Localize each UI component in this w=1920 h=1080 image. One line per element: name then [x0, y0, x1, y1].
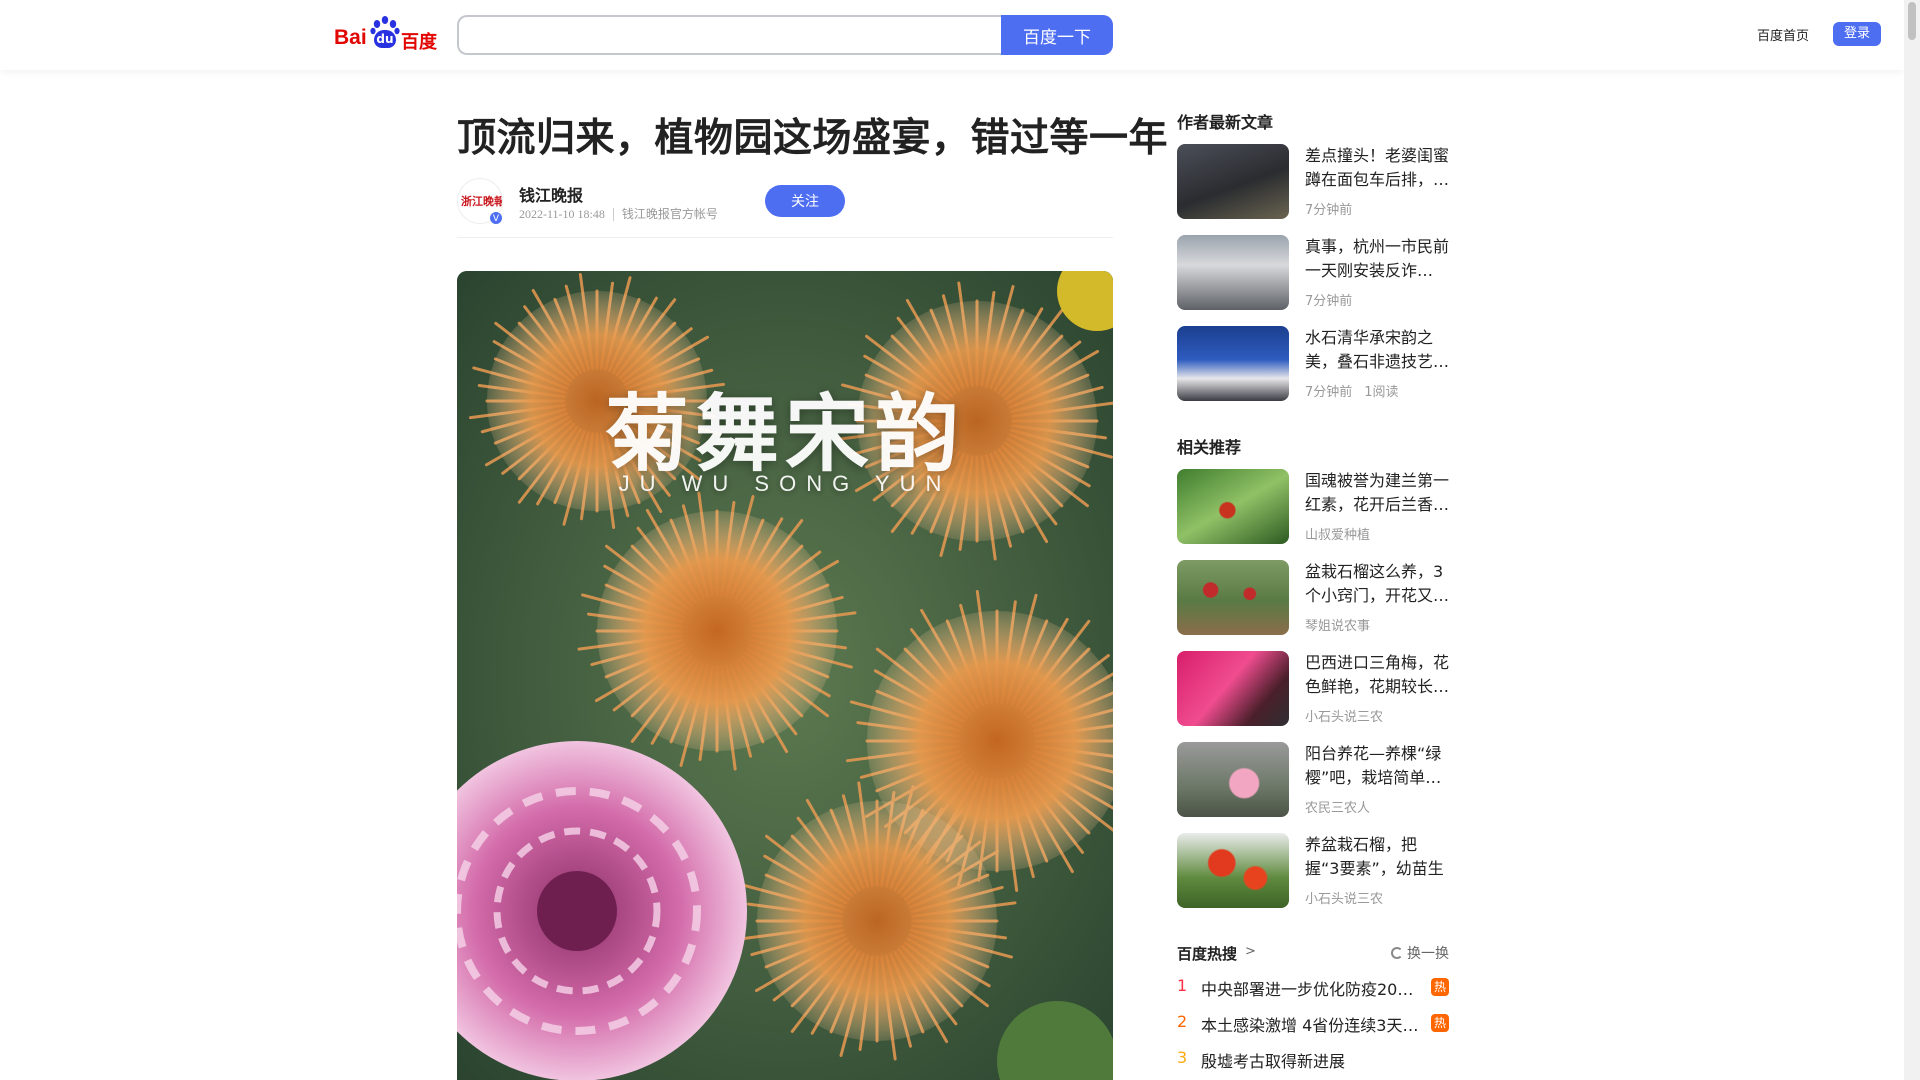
- page-scrollbar[interactable]: [1904, 0, 1920, 1080]
- card-meta: 7分钟前 1阅读: [1305, 381, 1399, 400]
- article-thumbnail: [1177, 235, 1289, 310]
- card-meta: 7分钟前: [1305, 199, 1352, 218]
- related-article-card[interactable]: 阳台养花—养棵“绿樱”吧，栽培简单… 农民三农人: [1177, 742, 1449, 818]
- card-meta: 小石头说三农: [1305, 888, 1383, 907]
- baidu-logo[interactable]: Bai du 百度: [334, 16, 438, 53]
- card-time: 7分钟前: [1305, 294, 1353, 309]
- latest-articles-heading: 作者最新文章: [1177, 113, 1274, 132]
- article-thumbnail: [1177, 560, 1289, 635]
- card-meta: 7分钟前: [1305, 290, 1352, 309]
- hot-rank: 1: [1177, 976, 1188, 995]
- hot-text: 殷墟考古取得新进展: [1201, 1052, 1346, 1071]
- follow-button[interactable]: 关注: [765, 185, 845, 217]
- logo-chinese-text: 百度: [401, 32, 437, 53]
- author-info: 浙江晚報 V 钱江晚报 2022-11-10 18:48 钱江晚报官方帐号 关注: [457, 178, 1113, 238]
- search-box: 百度一下: [457, 15, 1113, 55]
- chevron-right-icon[interactable]: >: [1245, 944, 1256, 959]
- meta-divider: [612, 208, 614, 221]
- card-meta: 小石头说三农: [1305, 706, 1383, 725]
- card-title: 真事，杭州一市民前一天刚安装反诈…: [1305, 237, 1450, 280]
- hero-subtitle-text: JU WU SONG YUN: [618, 471, 952, 496]
- author-source: 钱江晚报官方帐号: [621, 207, 718, 221]
- article-title: 顶流归来，植物园这场盛宴，错过等一年: [457, 115, 1169, 161]
- search-input[interactable]: [457, 15, 1003, 55]
- hot-badge: 热: [1431, 1014, 1449, 1032]
- card-time: 7分钟前: [1305, 203, 1353, 218]
- article-thumbnail: [1177, 469, 1289, 544]
- card-source: 琴姐说农事: [1305, 619, 1371, 634]
- card-title: 国魂被誉为建兰第一红素，花开后兰香…: [1305, 471, 1450, 514]
- card-title: 水石清华承宋韵之美，叠石非遗技艺…: [1305, 328, 1450, 371]
- author-meta: 2022-11-10 18:48 钱江晚报官方帐号: [519, 205, 718, 222]
- latest-article-card[interactable]: 真事，杭州一市民前一天刚安装反诈… 7分钟前: [1177, 235, 1449, 311]
- related-article-card[interactable]: 巴西进口三角梅，花色鲜艳，花期较长… 小石头说三农: [1177, 651, 1449, 727]
- article-thumbnail: [1177, 144, 1289, 219]
- related-article-card[interactable]: 国魂被誉为建兰第一红素，花开后兰香… 山叔爱种植: [1177, 469, 1449, 545]
- hot-search-header: 百度热搜 > 换一换: [1177, 943, 1449, 965]
- card-meta: 山叔爱种植: [1305, 524, 1370, 543]
- latest-article-card[interactable]: 水石清华承宋韵之美，叠石非遗技艺… 7分钟前 1阅读: [1177, 326, 1449, 402]
- baidu-home-link[interactable]: 百度首页: [1757, 25, 1809, 44]
- card-meta: 农民三农人: [1305, 797, 1370, 816]
- related-article-card[interactable]: 养盆栽石榴，把握“3要素”，幼苗生长… 小石头说三农: [1177, 833, 1449, 909]
- hot-text: 本土感染激增 4省份连续3天破千: [1201, 1016, 1421, 1035]
- hot-search-item[interactable]: 3 殷墟考古取得新进展: [1177, 1048, 1449, 1072]
- hot-search-item[interactable]: 2 本土感染激增 4省份连续3天破千 热: [1177, 1012, 1449, 1036]
- avatar-logo-text: 浙江晚報: [461, 195, 503, 208]
- hot-badge: 热: [1431, 978, 1449, 996]
- refresh-icon: [1391, 947, 1403, 959]
- related-article-card[interactable]: 盆栽石榴这么养，3个小窍门，开花又… 琴姐说农事: [1177, 560, 1449, 636]
- hot-rank: 2: [1177, 1012, 1188, 1031]
- article-thumbnail: [1177, 742, 1289, 817]
- refresh-label: 换一换: [1407, 946, 1449, 962]
- article-thumbnail: [1177, 651, 1289, 726]
- logo-bai-text: Bai: [334, 26, 367, 49]
- card-meta: 琴姐说农事: [1305, 615, 1370, 634]
- scrollbar-thumb[interactable]: [1908, 2, 1916, 40]
- card-title: 养盆栽石榴，把握“3要素”，幼苗生长…: [1305, 835, 1444, 878]
- hero-image: 菊舞宋韵 JU WU SONG YUN: [457, 271, 1113, 1080]
- hot-search-item[interactable]: 1 中央部署进一步优化防疫20条措施 热: [1177, 976, 1449, 1000]
- hot-search-title[interactable]: 百度热搜: [1177, 943, 1237, 964]
- card-source: 农民三农人: [1305, 801, 1371, 816]
- card-title: 差点撞头！老婆闺蜜蹲在面包车后排，…: [1305, 146, 1450, 189]
- card-reads: 1阅读: [1364, 385, 1399, 400]
- hot-rank: 3: [1177, 1048, 1188, 1067]
- card-time: 7分钟前: [1305, 385, 1353, 400]
- card-title: 巴西进口三角梅，花色鲜艳，花期较长…: [1305, 653, 1450, 696]
- card-title: 盆栽石榴这么养，3个小窍门，开花又…: [1305, 562, 1450, 605]
- article-thumbnail: [1177, 833, 1289, 908]
- search-button[interactable]: 百度一下: [1001, 15, 1113, 55]
- hot-text: 中央部署进一步优化防疫20条措施: [1201, 980, 1421, 999]
- verified-badge-icon: V: [489, 211, 503, 225]
- publish-date: 2022-11-10 18:48: [519, 207, 605, 221]
- refresh-button[interactable]: 换一换: [1391, 943, 1449, 963]
- login-button[interactable]: 登录: [1833, 22, 1881, 46]
- card-source: 小石头说三农: [1305, 892, 1384, 907]
- hero-title-text: 菊舞宋韵: [604, 384, 965, 483]
- logo-du-text: du: [374, 30, 396, 48]
- author-name[interactable]: 钱江晚报: [519, 182, 583, 206]
- related-heading: 相关推荐: [1177, 438, 1242, 457]
- card-title: 阳台养花—养棵“绿樱”吧，栽培简单…: [1305, 744, 1442, 787]
- article-thumbnail: [1177, 326, 1289, 401]
- card-source: 山叔爱种植: [1305, 528, 1371, 543]
- card-source: 小石头说三农: [1305, 710, 1384, 725]
- latest-article-card[interactable]: 差点撞头！老婆闺蜜蹲在面包车后排，… 7分钟前: [1177, 144, 1449, 220]
- top-navigation-bar: Bai du 百度 百度一下 百度首页 登录: [0, 0, 1904, 70]
